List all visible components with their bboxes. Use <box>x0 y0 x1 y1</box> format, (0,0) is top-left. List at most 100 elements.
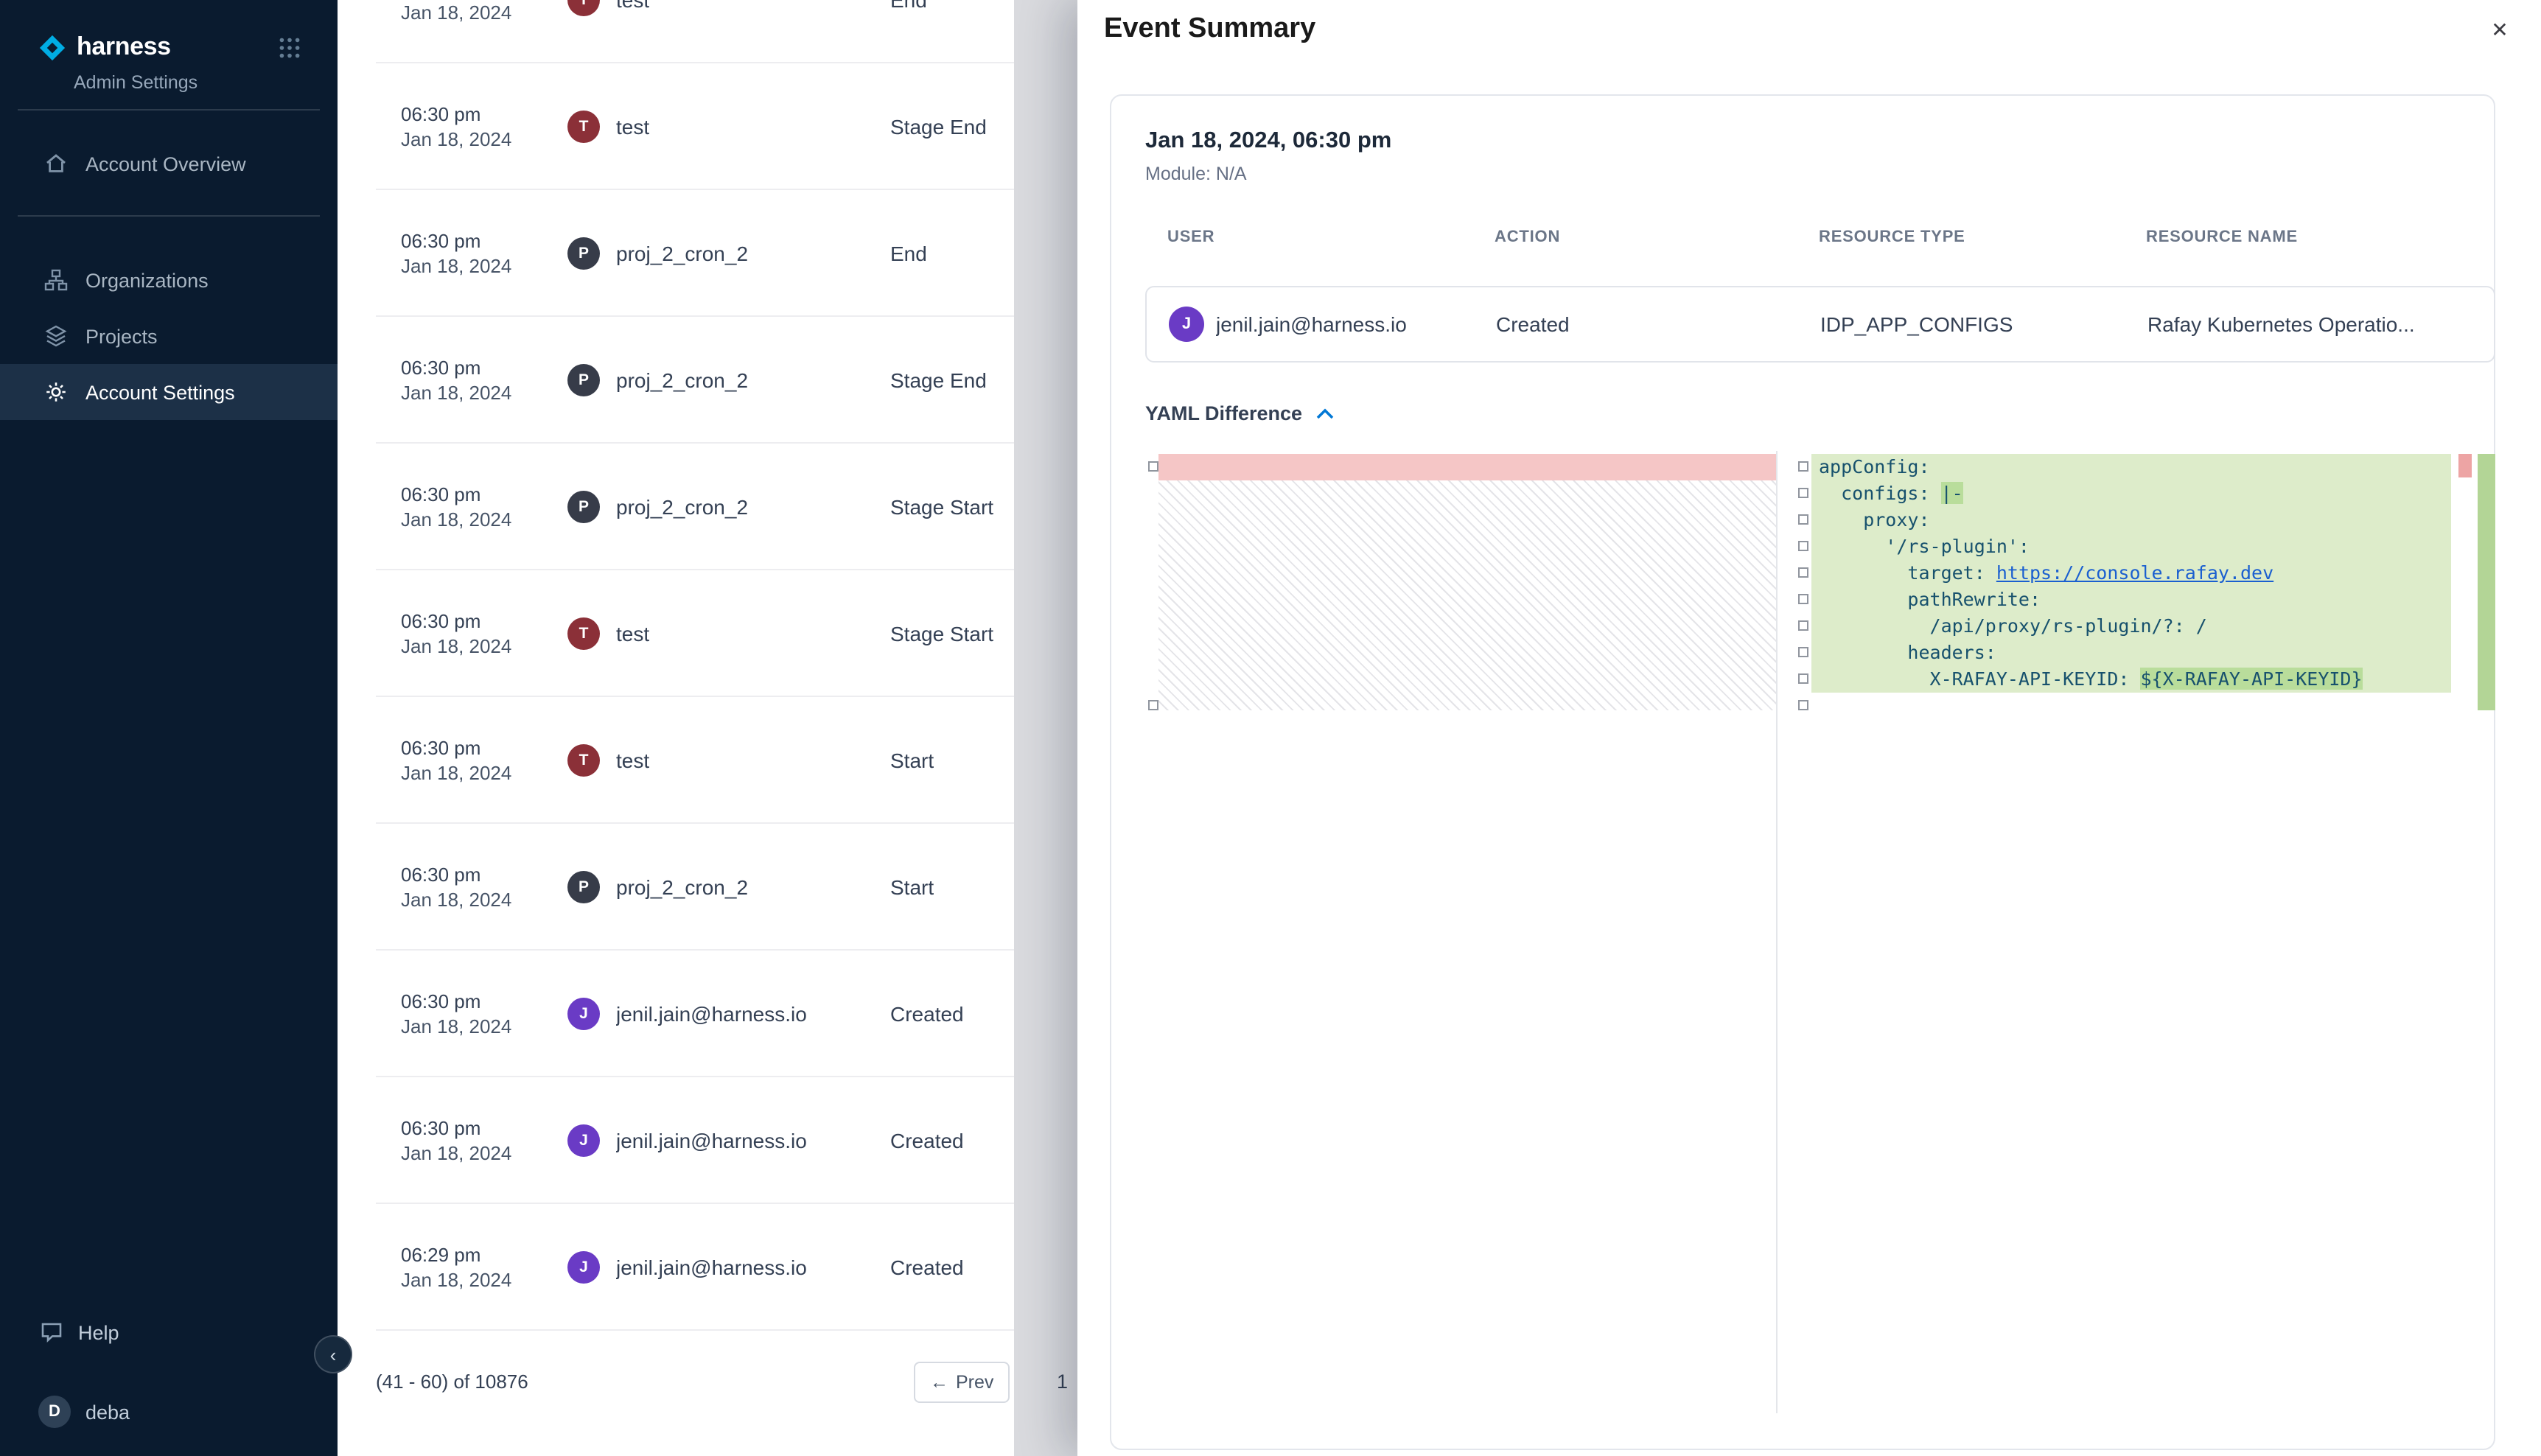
chat-help-icon <box>40 1320 63 1344</box>
avatar: J <box>567 997 600 1029</box>
sidebar-item-label: Projects <box>85 325 158 347</box>
column-header-action: ACTION <box>1495 228 1819 246</box>
row-user: test <box>616 0 890 11</box>
app-root: harness Admin Settings Account Overview … <box>0 0 2541 1456</box>
arrow-left-icon: ← <box>930 1372 948 1393</box>
row-user: proj_2_cron_2 <box>616 368 890 391</box>
table-row[interactable]: 06:30 pmJan 18, 2024 P proj_2_cron_2 Sta… <box>376 824 1077 951</box>
table-row[interactable]: 06:30 pmJan 18, 2024 T test End <box>376 0 1077 63</box>
row-user: test <box>616 748 890 771</box>
sidebar-collapse-handle[interactable]: ‹ <box>314 1335 352 1373</box>
overview-ruler-removed-mark <box>2458 454 2472 477</box>
sidebar: harness Admin Settings Account Overview … <box>0 0 338 1456</box>
event-datetime: Jan 18, 2024, 06:30 pm <box>1145 128 2494 155</box>
row-user: jenil.jain@harness.io <box>616 1128 890 1152</box>
diff-pane-divider <box>1776 451 1778 1413</box>
organizations-icon <box>44 268 68 292</box>
diff-added-line: proxy: <box>1811 507 2451 533</box>
avatar: P <box>567 490 600 522</box>
code-token: pathRewrite: <box>1819 588 2041 610</box>
code-token: headers: <box>1819 641 1996 663</box>
avatar: P <box>567 870 600 903</box>
prev-page-button[interactable]: ← Prev <box>914 1362 1010 1403</box>
pagination-range: (41 - 60) of 10876 <box>376 1371 528 1393</box>
avatar: T <box>567 617 600 649</box>
fold-expand-marker[interactable] <box>1798 620 1808 631</box>
audit-log-list: 06:30 pmJan 18, 2024 T test End 06:30 pm… <box>338 0 1077 1456</box>
yaml-diff-editor: appConfig: configs: |- proxy: '/rs-plugi… <box>1145 451 2495 1413</box>
column-header-resource-type: RESOURCE TYPE <box>1819 228 2146 246</box>
table-row[interactable]: 06:30 pmJan 18, 2024 T test Start <box>376 697 1077 824</box>
sidebar-item-account-overview[interactable]: Account Overview <box>0 136 338 192</box>
table-row[interactable]: 06:30 pmJan 18, 2024 P proj_2_cron_2 Sta… <box>376 444 1077 570</box>
home-icon <box>44 152 68 175</box>
row-user: test <box>616 621 890 645</box>
row-timestamp: 06:30 pmJan 18, 2024 <box>401 988 567 1038</box>
row-user: test <box>616 114 890 138</box>
column-header-user: USER <box>1145 228 1495 246</box>
diff-added-line: /api/proxy/rs-plugin/?: / <box>1811 613 2451 640</box>
sidebar-divider <box>18 215 320 217</box>
table-row[interactable]: 06:29 pmJan 18, 2024 J jenil.jain@harnes… <box>376 1204 1077 1331</box>
sidebar-item-account-settings[interactable]: Account Settings <box>0 364 338 420</box>
table-row[interactable]: 06:30 pmJan 18, 2024 T test Stage End <box>376 63 1077 190</box>
event-user: jenil.jain@harness.io <box>1216 312 1407 336</box>
prev-label: Prev <box>956 1372 993 1393</box>
code-token: '/rs-plugin': <box>1819 535 2030 557</box>
fold-expand-marker[interactable] <box>1798 700 1808 710</box>
chevron-up-icon[interactable] <box>1315 407 1333 419</box>
module-grid-icon[interactable] <box>279 36 301 58</box>
fold-expand-marker[interactable] <box>1798 514 1808 525</box>
table-row[interactable]: 06:30 pmJan 18, 2024 T test Stage Start <box>376 570 1077 697</box>
event-user-cell: J jenil.jain@harness.io <box>1147 307 1496 342</box>
fold-expand-marker[interactable] <box>1798 647 1808 657</box>
code-token: |- <box>1941 482 1963 504</box>
close-icon[interactable]: ✕ <box>2479 9 2520 50</box>
fold-expand-marker[interactable] <box>1798 461 1808 472</box>
column-header-resource-name: RESOURCE NAME <box>2146 228 2494 246</box>
sidebar-nav-group: Organizations Projects Account Settings <box>0 252 338 420</box>
table-row[interactable]: 06:30 pmJan 18, 2024 P proj_2_cron_2 End <box>376 190 1077 317</box>
table-row[interactable]: 06:30 pmJan 18, 2024 P proj_2_cron_2 Sta… <box>376 317 1077 444</box>
row-user: jenil.jain@harness.io <box>616 1255 890 1278</box>
avatar: P <box>567 363 600 396</box>
yaml-difference-label: YAML Difference <box>1145 402 1302 424</box>
sidebar-divider <box>18 109 320 111</box>
fold-expand-marker[interactable] <box>1798 567 1808 578</box>
event-card: Jan 18, 2024, 06:30 pm Module: N/A USER … <box>1110 94 2495 1450</box>
fold-expand-marker[interactable] <box>1798 673 1808 684</box>
avatar: T <box>567 743 600 776</box>
row-user: proj_2_cron_2 <box>616 494 890 518</box>
sidebar-user[interactable]: D deba <box>0 1385 338 1438</box>
fold-expand-marker[interactable] <box>1148 700 1158 710</box>
sidebar-item-label: Organizations <box>85 269 209 291</box>
table-row[interactable]: 06:30 pmJan 18, 2024 J jenil.jain@harnes… <box>376 951 1077 1077</box>
event-resource-name: Rafay Kubernetes Operatio... <box>2147 312 2494 336</box>
sidebar-help[interactable]: Help <box>0 1306 338 1359</box>
code-token: /api/proxy/rs-plugin/?: / <box>1819 615 2207 637</box>
sidebar-item-projects[interactable]: Projects <box>0 308 338 364</box>
fold-expand-marker[interactable] <box>1148 461 1158 472</box>
code-token: appConfig: <box>1819 455 1930 477</box>
fold-expand-marker[interactable] <box>1798 488 1808 498</box>
avatar: J <box>567 1124 600 1156</box>
code-token: ${X-RAFAY-API-KEYID} <box>2141 668 2363 690</box>
row-timestamp: 06:30 pmJan 18, 2024 <box>401 101 567 151</box>
sidebar-item-organizations[interactable]: Organizations <box>0 252 338 308</box>
projects-icon <box>44 324 68 348</box>
event-table-row: J jenil.jain@harness.io Created IDP_APP_… <box>1145 286 2495 363</box>
fold-expand-marker[interactable] <box>1798 541 1808 551</box>
event-module: Module: N/A <box>1145 164 2494 184</box>
row-timestamp: 06:30 pmJan 18, 2024 <box>401 354 567 405</box>
user-avatar: D <box>38 1396 71 1428</box>
sidebar-subtitle: Admin Settings <box>74 72 338 93</box>
yaml-target-link[interactable]: https://console.rafay.dev <box>1996 561 2273 584</box>
row-timestamp: 06:30 pmJan 18, 2024 <box>401 861 567 911</box>
code-token: X-RAFAY-API-KEYID: <box>1819 668 2141 690</box>
pagination-page-1[interactable]: 1 <box>1057 1371 1068 1393</box>
audit-rows: 06:30 pmJan 18, 2024 T test End 06:30 pm… <box>338 0 1077 1331</box>
avatar: J <box>1169 307 1204 342</box>
fold-expand-marker[interactable] <box>1798 594 1808 604</box>
drawer-title: Event Summary <box>1104 13 1315 46</box>
table-row[interactable]: 06:30 pmJan 18, 2024 J jenil.jain@harnes… <box>376 1077 1077 1204</box>
